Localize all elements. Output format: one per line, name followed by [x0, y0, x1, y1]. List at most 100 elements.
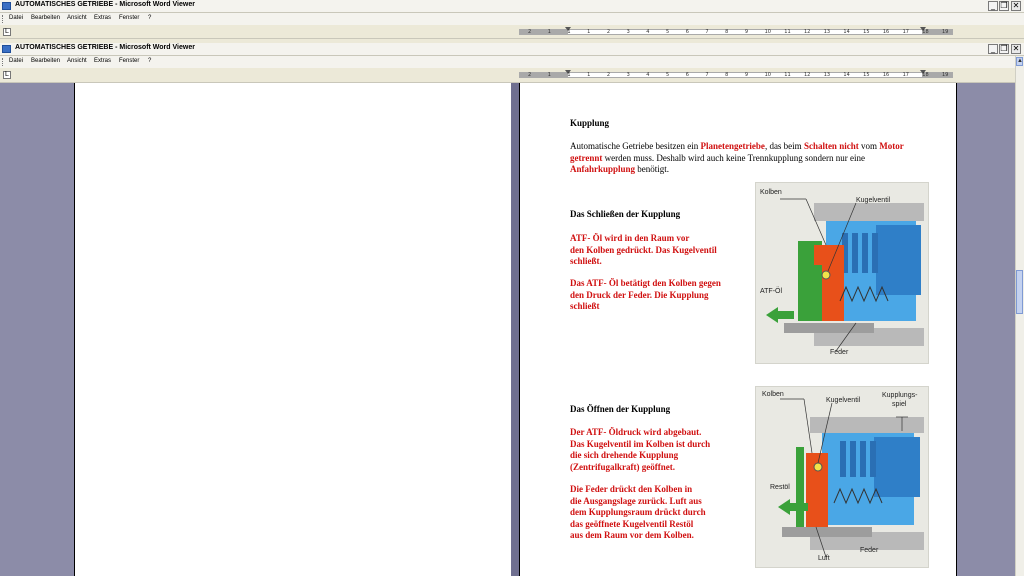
menu-ansicht[interactable]: Ansicht [67, 15, 87, 21]
ruler-tick-label: 17 [902, 29, 909, 35]
menu-bar: Datei Bearbeiten Ansicht Extras Fenster … [0, 56, 1024, 68]
label-kugelventil: Kugelventil [826, 397, 861, 404]
title-bar: AUTOMATISCHES GETRIEBE - Microsoft Word … [0, 0, 1024, 13]
label-kupplungsspiel-1: Kupplungs- [882, 392, 918, 399]
opening-heading: Das Öffnen der Kupplung [570, 404, 671, 414]
menu-fenster[interactable]: Fenster [119, 58, 139, 64]
window-title: AUTOMATISCHES GETRIEBE - Microsoft Word … [15, 1, 195, 8]
ruler-tick-label: 1 [587, 72, 591, 78]
menu-help[interactable]: ? [148, 15, 151, 21]
word-app-icon [2, 45, 11, 53]
close-button[interactable]: ✕ [1011, 44, 1021, 54]
intro-highlight: Planetengetriebe [700, 141, 765, 151]
ruler-tick-label: 1 [567, 29, 571, 35]
ruler-tick-label: 5 [666, 29, 670, 35]
intro-highlight: Schalten nicht [803, 141, 859, 151]
section-heading: Kupplung [570, 118, 610, 128]
label-kolben: Kolben [760, 189, 782, 196]
word-viewer-window-back: AUTOMATISCHES GETRIEBE - Microsoft Word … [0, 0, 1024, 43]
ruler-tick-label: 8 [725, 29, 729, 35]
closing-heading: Das Schließen der Kupplung [570, 209, 681, 219]
word-viewer-window: AUTOMATISCHES GETRIEBE - Microsoft Word … [0, 43, 1024, 83]
tab-selector-button[interactable]: L [3, 71, 11, 79]
clutch-closing-diagram: Kolben Kugelventil ATF-Öl Feder [755, 182, 929, 364]
ruler-bar: L 2 1 1 1 2 3 4 5 6 7 8 9 10 11 12 13 14 15 16 17 18 19 [0, 69, 1024, 83]
scroll-up-icon[interactable]: ▲ [1016, 57, 1023, 66]
restore-button[interactable]: ❐ [999, 1, 1009, 11]
ruler-tick-label: 18 [922, 29, 929, 35]
menu-datei[interactable]: Datei [9, 15, 23, 21]
menu-extras[interactable]: Extras [94, 15, 111, 21]
menu-extras[interactable]: Extras [94, 58, 111, 64]
ruler-tick-label: 6 [685, 29, 689, 35]
ruler-tick-label: 2 [528, 72, 532, 78]
label-luft: Luft [818, 555, 830, 562]
menu-fenster[interactable]: Fenster [119, 15, 139, 21]
intro-paragraph: Automatische Getriebe besitzen ein Plane… [570, 141, 915, 176]
ruler-tick-label: 17 [902, 72, 909, 78]
menu-datei[interactable]: Datei [9, 58, 23, 64]
clutch-closing-illustration [766, 198, 924, 352]
label-feder: Feder [860, 547, 879, 554]
ruler-tick-label: 9 [744, 29, 749, 35]
ruler-tick-label: 3 [626, 72, 630, 78]
closing-text-2: Das ATF- Öl betätigt den Kolben gegen de… [570, 278, 721, 311]
page-gap [511, 83, 519, 576]
intro-text: Automatische Getriebe besitzen ein [570, 141, 701, 151]
ruler-tick-label: 4 [646, 29, 650, 35]
ruler-tick-label: 8 [725, 72, 729, 78]
intro-text: werden muss. Deshalb wird auch keine Tre… [602, 152, 866, 163]
label-kolben: Kolben [762, 391, 784, 398]
restore-button[interactable]: ❐ [999, 44, 1009, 54]
ruler-tick-label: 18 [922, 72, 929, 78]
word-app-icon [2, 2, 11, 10]
menu-ansicht[interactable]: Ansicht [67, 58, 87, 64]
closing-text-1: ATF- Öl wird in den Raum vor den Kolben … [570, 233, 717, 266]
menu-bar: Datei Bearbeiten Ansicht Extras Fenster … [0, 13, 1024, 25]
close-button[interactable]: ✕ [1011, 1, 1021, 11]
ruler-tick-label: 13 [823, 29, 831, 35]
intro-text: , das beim [764, 141, 804, 151]
ruler-tick-label: 9 [744, 72, 749, 78]
ruler-tick-label: 1 [567, 72, 571, 78]
page-left [74, 83, 512, 576]
ruler-tick-label: 1 [547, 29, 551, 35]
minimize-button[interactable]: _ [988, 44, 998, 54]
ruler-tick-label: 19 [942, 72, 949, 78]
ruler-tick-label: 7 [705, 72, 709, 78]
title-bar: AUTOMATISCHES GETRIEBE - Microsoft Word … [0, 43, 1024, 56]
ruler-tick-label: 2 [528, 29, 532, 35]
label-kugelventil: Kugelventil [856, 197, 891, 204]
label-atf-oel: ATF-Öl [760, 288, 783, 295]
ruler-tick-label: 16 [882, 29, 890, 35]
label-restoel: Restöl [770, 484, 790, 491]
ruler-tick-label: 16 [882, 72, 890, 78]
vertical-scrollbar[interactable] [1015, 56, 1024, 576]
ruler-tick-label: 1 [587, 29, 591, 35]
label-feder: Feder [830, 349, 849, 356]
label-kupplungsspiel-2: spiel [892, 401, 907, 408]
toolbar-grip [2, 15, 5, 23]
tab-selector-button[interactable]: L [3, 28, 11, 36]
clutch-opening-diagram: Kolben Kugelventil Kupplungs- spiel Rest… [755, 386, 929, 568]
intro-highlight: Anfahrkupplung [570, 164, 636, 174]
opening-text-2: Die Feder drückt den Kolben in die Ausga… [570, 484, 706, 540]
minimize-button[interactable]: _ [988, 1, 998, 11]
toolbar-grip [2, 58, 5, 66]
ruler-tick-label: 13 [823, 72, 831, 78]
ruler-tick-label: 14 [843, 72, 850, 78]
menu-bearbeiten[interactable]: Bearbeiten [31, 58, 60, 64]
horizontal-ruler[interactable]: 2 1 1 1 2 3 4 5 6 7 8 9 10 11 12 13 14 15 16 17 18 19 [519, 70, 953, 78]
menu-bearbeiten[interactable]: Bearbeiten [31, 15, 60, 21]
ruler-tick-label: 12 [804, 29, 811, 35]
clutch-opening-illustration [778, 398, 924, 558]
menu-help[interactable]: ? [148, 58, 151, 64]
ruler-tick-label: 14 [843, 29, 850, 35]
ruler-tick-label: 10 [764, 29, 771, 35]
ruler-tick-label: 19 [942, 29, 949, 35]
ruler-tick-label: 15 [863, 29, 870, 35]
scrollbar-thumb[interactable] [1016, 270, 1023, 314]
ruler-tick-label: 3 [626, 29, 630, 35]
ruler-tick-label: 11 [784, 29, 791, 35]
horizontal-ruler[interactable]: 2 1 1 1 2 3 4 5 6 7 8 9 10 11 12 13 14 15 16 17 18 19 [519, 27, 953, 35]
